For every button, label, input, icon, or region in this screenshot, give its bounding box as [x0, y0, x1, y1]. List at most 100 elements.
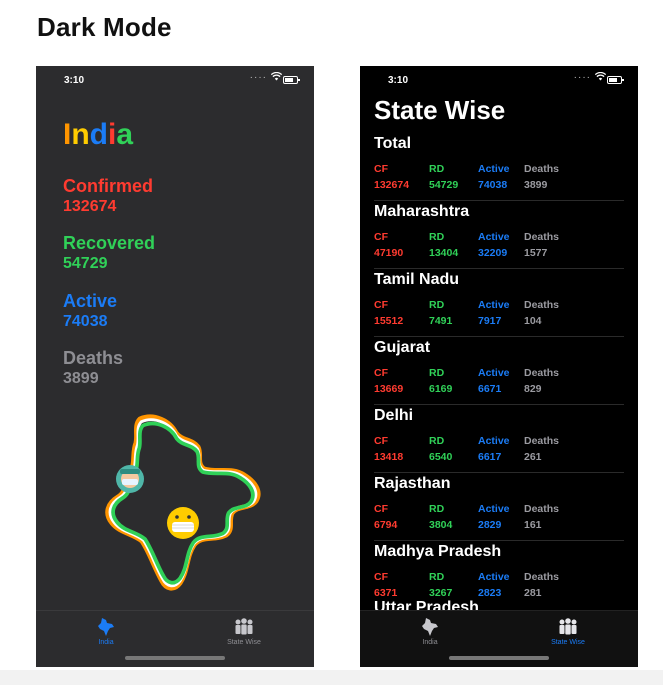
tab-label: India — [422, 639, 438, 646]
state-deaths-column: Deaths 1577 — [524, 229, 559, 261]
state-rd-column: RD 6540 — [429, 433, 452, 465]
column-key: CF — [374, 435, 388, 447]
state-cf-column: CF 47190 — [374, 229, 403, 261]
column-key: Deaths — [524, 503, 560, 515]
column-key: RD — [429, 299, 445, 311]
state-cf-column: CF 132674 — [374, 161, 409, 193]
state-row[interactable]: Tamil Nadu CF 15512 RD 7491 Active 7917 Deaths 1… — [374, 269, 624, 337]
tab-label: State Wise — [227, 639, 261, 646]
column-key: Active — [478, 367, 510, 379]
state-rd-column: RD 3804 — [429, 501, 452, 533]
people-icon — [194, 617, 294, 637]
state-deaths-column: Deaths 281 — [524, 569, 559, 601]
state-name: Maharashtra — [374, 203, 470, 220]
column-key: CF — [374, 163, 388, 175]
state-wise-screen: 3:10 ···· State Wise Total CF 132674 RD 5472… — [360, 66, 638, 667]
column-value: 7491 — [429, 315, 453, 327]
status-time: 3:10 — [388, 75, 409, 86]
india-screen: 3:10 ···· India Confirmed 132674 Recover… — [36, 66, 314, 667]
column-key: Deaths — [524, 163, 560, 175]
tab-state-wise[interactable]: State Wise — [194, 617, 294, 646]
state-cf-column: CF 13418 — [374, 433, 403, 465]
masked-face-icon — [167, 507, 199, 539]
state-name: Tamil Nadu — [374, 271, 460, 288]
stat-value: 3899 — [63, 370, 99, 387]
column-key: Active — [478, 435, 510, 447]
state-row[interactable]: Maharashtra CF 47190 RD 13404 Active 32209 Deat… — [374, 201, 624, 269]
india-map-icon — [56, 617, 156, 637]
tab-state-wise[interactable]: State Wise — [518, 617, 618, 646]
state-deaths-column: Deaths 104 — [524, 297, 559, 329]
column-key: Deaths — [524, 571, 560, 583]
title-letter: I — [63, 118, 72, 151]
active-stat: Active 74038 — [63, 291, 117, 331]
state-row[interactable]: Total CF 132674 RD 54729 Active 74038 Deaths 389… — [374, 133, 624, 201]
state-rd-column: RD 6169 — [429, 365, 452, 397]
status-time: 3:10 — [64, 75, 85, 86]
state-deaths-column: Deaths 3899 — [524, 161, 559, 193]
column-value: 15512 — [374, 315, 404, 327]
state-cf-column: CF 15512 — [374, 297, 403, 329]
wifi-icon — [594, 71, 607, 84]
column-key: Active — [478, 299, 510, 311]
home-indicator — [125, 656, 225, 660]
country-title: India — [63, 118, 133, 152]
tab-india[interactable]: India — [56, 617, 156, 646]
deaths-stat: Deaths 3899 — [63, 348, 123, 388]
column-value: 2829 — [478, 519, 502, 531]
column-value: 6540 — [429, 451, 453, 463]
status-bar: 3:10 ···· — [36, 66, 314, 92]
signal-icon: ···· — [573, 72, 591, 83]
title-letter: n — [71, 118, 90, 151]
state-name: Total — [374, 135, 412, 152]
column-key: Active — [478, 163, 510, 175]
india-map-icon — [380, 617, 480, 637]
state-deaths-column: Deaths 829 — [524, 365, 559, 397]
column-value: 281 — [524, 587, 542, 599]
home-indicator — [449, 656, 549, 660]
column-value: 6617 — [478, 451, 502, 463]
column-key: CF — [374, 299, 388, 311]
status-bar: 3:10 ···· — [360, 66, 638, 92]
tab-india[interactable]: India — [380, 617, 480, 646]
state-row[interactable]: Delhi CF 13418 RD 6540 Active 6617 Deaths 261 — [374, 405, 624, 473]
state-name: Rajasthan — [374, 475, 451, 492]
state-row[interactable]: Gujarat CF 13669 RD 6169 Active 6671 Deaths 829 — [374, 337, 624, 405]
column-value: 3899 — [524, 179, 548, 191]
column-key: Deaths — [524, 367, 560, 379]
column-value: 32209 — [478, 247, 508, 259]
column-value: 104 — [524, 315, 542, 327]
column-value: 3804 — [429, 519, 453, 531]
people-icon — [518, 617, 618, 637]
column-value: 829 — [524, 383, 542, 395]
stat-label: Confirmed — [63, 176, 153, 196]
state-active-column: Active 2823 — [478, 569, 510, 601]
column-key: RD — [429, 435, 445, 447]
wifi-icon — [270, 71, 283, 84]
stat-label: Active — [63, 291, 118, 311]
recovered-stat: Recovered 54729 — [63, 233, 155, 273]
column-key: Deaths — [524, 231, 560, 243]
column-value: 6671 — [478, 383, 502, 395]
title-letter: d — [89, 118, 108, 151]
stat-value: 74038 — [63, 313, 108, 330]
state-name: Delhi — [374, 407, 414, 424]
column-value: 132674 — [374, 179, 410, 191]
column-key: CF — [374, 231, 388, 243]
column-key: CF — [374, 571, 388, 583]
state-name: Madhya Pradesh — [374, 543, 502, 560]
column-key: RD — [429, 163, 445, 175]
column-key: Active — [478, 503, 510, 515]
page-title: State Wise — [374, 95, 506, 125]
state-list[interactable]: Total CF 132674 RD 54729 Active 74038 Deaths 389… — [374, 133, 624, 608]
column-value: 6169 — [429, 383, 453, 395]
state-row[interactable]: Madhya Pradesh CF 6371 RD 3267 Active 2823 Deat… — [374, 541, 624, 608]
state-rd-column: RD 54729 — [429, 161, 458, 193]
state-cf-column: CF 6794 — [374, 501, 397, 533]
column-value: 13404 — [429, 247, 459, 259]
state-rd-column: RD 7491 — [429, 297, 452, 329]
india-map-illustration — [105, 414, 261, 591]
state-row[interactable]: Rajasthan CF 6794 RD 3804 Active 2829 Deaths 161 — [374, 473, 624, 541]
confirmed-stat: Confirmed 132674 — [63, 176, 153, 216]
state-rd-column: RD 3267 — [429, 569, 452, 601]
